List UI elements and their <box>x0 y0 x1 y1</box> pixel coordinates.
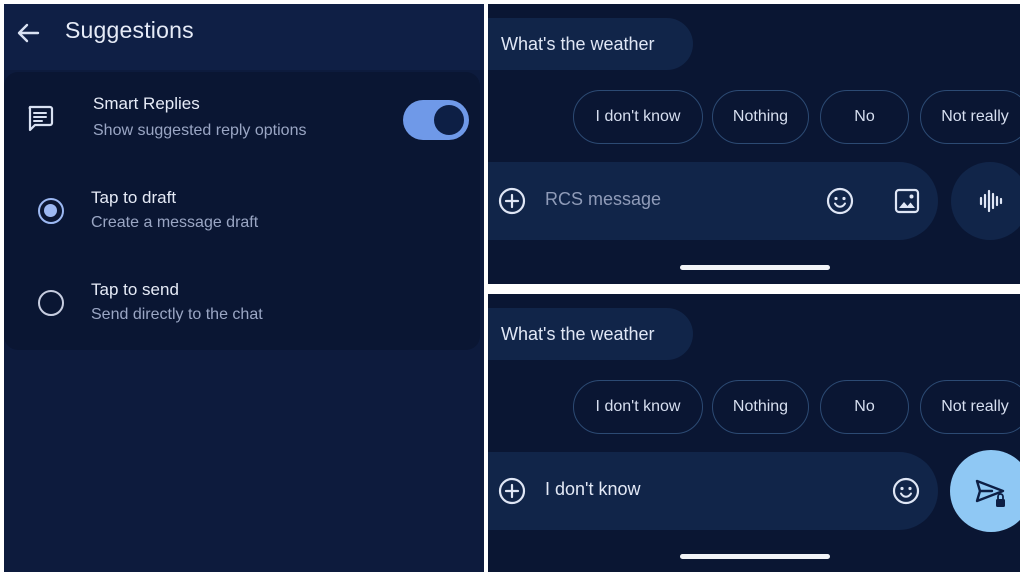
suggestion-chip[interactable]: No <box>820 90 909 144</box>
smart-replies-subtitle: Show suggested reply options <box>93 122 307 139</box>
smart-replies-row[interactable]: Smart Replies Show suggested reply optio… <box>4 88 484 154</box>
message-input[interactable]: RCS message <box>545 189 661 210</box>
suggestions-settings-panel: Suggestions Smart Replies Show suggested… <box>4 4 484 572</box>
suggestion-chip[interactable]: Nothing <box>712 90 809 144</box>
tap-to-send-radio[interactable] <box>38 290 64 316</box>
compose-bar: I don't know <box>488 452 938 530</box>
back-arrow-icon[interactable] <box>12 17 44 49</box>
voice-waveform-icon <box>979 189 1003 213</box>
page-title: Suggestions <box>65 17 194 43</box>
suggestion-chip[interactable]: I don't know <box>573 380 703 434</box>
voice-message-button[interactable] <box>951 162 1020 240</box>
add-attachment-icon[interactable] <box>497 476 527 506</box>
emoji-icon[interactable] <box>891 476 921 506</box>
toggle-knob <box>434 105 464 135</box>
smart-replies-toggle[interactable] <box>403 100 469 140</box>
tap-to-draft-title: Tap to draft <box>91 188 177 207</box>
send-button[interactable] <box>950 450 1020 532</box>
smart-replies-title: Smart Replies <box>93 94 200 113</box>
top-app-bar: Suggestions <box>4 4 484 70</box>
tap-to-draft-option[interactable]: Tap to draft Create a message draft <box>4 182 484 242</box>
suggestion-chip[interactable]: No <box>820 380 909 434</box>
add-attachment-icon[interactable] <box>497 186 527 216</box>
emoji-icon[interactable] <box>825 186 855 216</box>
tap-to-send-subtitle: Send directly to the chat <box>91 306 263 323</box>
chat-screen-top: What's the weather I don't know Nothing … <box>488 4 1020 284</box>
tap-to-send-option[interactable]: Tap to send Send directly to the chat <box>4 274 484 334</box>
suggestion-chip[interactable]: Nothing <box>712 380 809 434</box>
chat-screen-bottom: What's the weather I don't know Nothing … <box>488 294 1020 572</box>
gesture-home-bar <box>680 265 830 270</box>
radio-selected-dot <box>44 204 57 217</box>
tap-to-send-title: Tap to send <box>91 280 179 299</box>
tap-to-draft-subtitle: Create a message draft <box>91 214 259 231</box>
incoming-message-bubble: What's the weather <box>488 308 693 360</box>
send-lock-icon <box>975 479 1005 507</box>
suggestion-chip[interactable]: Not really <box>920 90 1020 144</box>
compose-bar: RCS message <box>488 162 938 240</box>
incoming-message-bubble: What's the weather <box>488 18 693 70</box>
message-icon <box>28 105 54 132</box>
message-input[interactable]: I don't know <box>545 479 641 500</box>
tap-to-draft-radio[interactable] <box>38 198 64 224</box>
image-icon[interactable] <box>892 186 922 216</box>
suggestion-chip[interactable]: I don't know <box>573 90 703 144</box>
suggestion-chip[interactable]: Not really <box>920 380 1020 434</box>
gesture-home-bar <box>680 554 830 559</box>
